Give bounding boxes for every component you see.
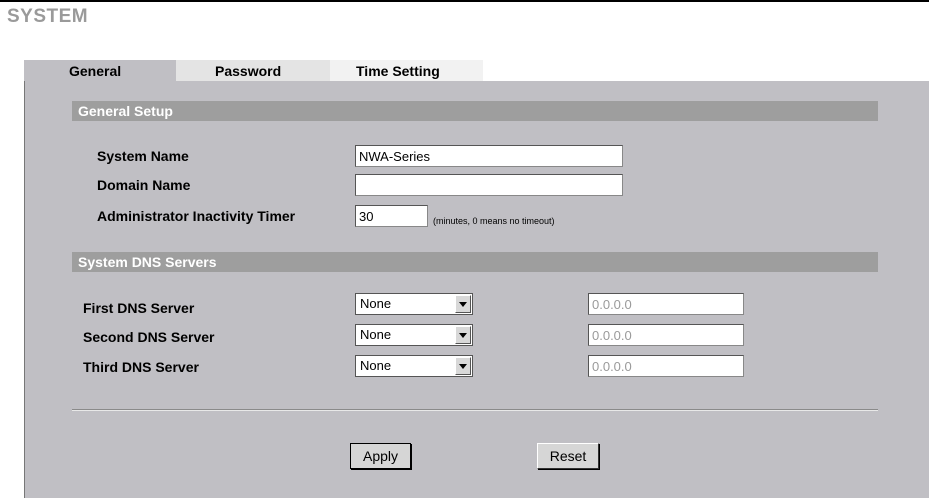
chevron-down-icon[interactable]: [455, 326, 471, 344]
second-dns-select-value: None: [360, 327, 392, 342]
chevron-down-icon[interactable]: [455, 295, 471, 313]
general-setup-header: General Setup: [72, 101, 878, 121]
third-dns-label: Third DNS Server: [83, 359, 199, 375]
system-name-input[interactable]: [355, 145, 623, 167]
first-dns-label: First DNS Server: [83, 300, 195, 316]
reset-button[interactable]: Reset: [537, 443, 599, 469]
domain-name-input[interactable]: [355, 174, 623, 196]
top-border-line: [0, 0, 929, 2]
first-dns-select-value: None: [360, 296, 392, 311]
third-dns-ip-input: [588, 355, 744, 377]
second-dns-select[interactable]: None: [355, 324, 473, 346]
third-dns-select[interactable]: None: [355, 355, 473, 377]
page-title: SYSTEM: [7, 6, 89, 27]
first-dns-select[interactable]: None: [355, 293, 473, 315]
domain-name-label: Domain Name: [97, 177, 191, 193]
chevron-down-icon[interactable]: [455, 357, 471, 375]
inactivity-timer-hint: (minutes, 0 means no timeout): [433, 216, 555, 226]
third-dns-select-value: None: [360, 358, 392, 373]
first-dns-ip-input: [588, 293, 744, 315]
inactivity-timer-label: Administrator Inactivity Timer: [97, 208, 296, 224]
second-dns-ip-input: [588, 324, 744, 346]
inactivity-timer-input[interactable]: [355, 205, 428, 227]
tab-time-setting[interactable]: Time Setting: [330, 60, 483, 81]
dns-servers-header: System DNS Servers: [72, 252, 878, 272]
apply-button[interactable]: Apply: [350, 443, 411, 469]
divider: [72, 409, 878, 411]
general-panel: General Setup System Name Domain Name Ad…: [24, 81, 929, 498]
tab-password[interactable]: Password: [176, 60, 330, 81]
tab-general[interactable]: General: [24, 60, 176, 81]
second-dns-label: Second DNS Server: [83, 329, 215, 345]
system-name-label: System Name: [97, 148, 189, 164]
